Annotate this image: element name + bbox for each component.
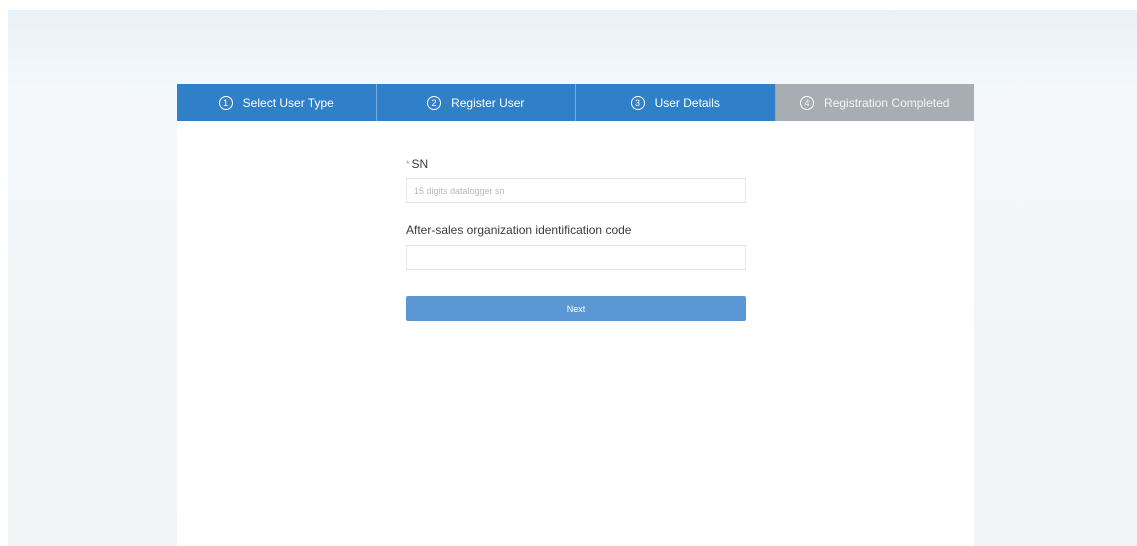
sn-input[interactable] — [406, 178, 746, 203]
step-number-2-icon: 2 — [427, 95, 442, 110]
step-indicator: 1 Select User Type 2 Register User 3 Use… — [177, 84, 974, 121]
step-label: User Details — [654, 95, 720, 110]
step-registration-completed[interactable]: 4 Registration Completed — [775, 84, 974, 121]
registration-form: *SN After-sales organization identificat… — [406, 156, 746, 321]
step-number-3-icon: 3 — [630, 95, 645, 110]
sn-label-text: SN — [411, 157, 429, 171]
step-label: Select User Type — [242, 95, 334, 110]
step-number-4-icon: 4 — [800, 95, 815, 110]
org-code-input[interactable] — [406, 245, 746, 270]
registration-card: 1 Select User Type 2 Register User 3 Use… — [177, 84, 974, 546]
org-code-label: After-sales organization identification … — [406, 223, 632, 237]
step-label: Registration Completed — [824, 95, 950, 110]
step-user-details[interactable]: 3 User Details — [576, 84, 776, 121]
step-label: Register User — [451, 95, 525, 110]
step-select-user-type[interactable]: 1 Select User Type — [177, 84, 377, 121]
step-number-1-icon: 1 — [218, 95, 233, 110]
required-marker: * — [406, 159, 410, 169]
step-register-user[interactable]: 2 Register User — [376, 84, 576, 121]
next-button[interactable]: Next — [406, 296, 746, 321]
sn-label: * SN — [406, 156, 746, 172]
